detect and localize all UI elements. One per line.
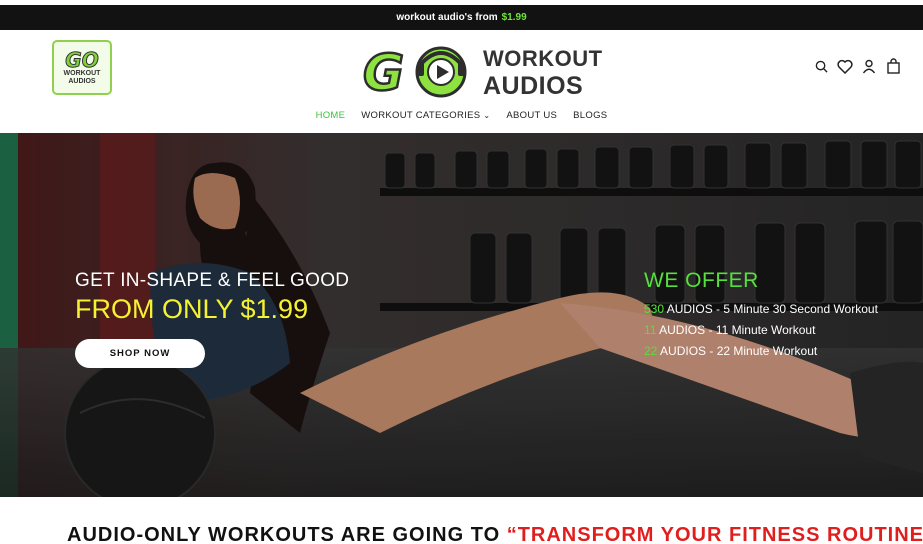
main-logo-line2: AUDIOS <box>483 72 584 100</box>
header-icons <box>813 58 901 74</box>
offer-count: 530 <box>644 302 665 316</box>
nav-home-label: HOME <box>315 110 346 121</box>
offer-text: AUDIOS - 11 Minute Workout <box>659 323 816 337</box>
hero-subheadline: FROM ONLY $1.99 <box>75 294 309 324</box>
offer-panel: WE OFFER 530 AUDIOS - 5 Minute 30 Second… <box>644 269 878 362</box>
nav-blogs-label: BLOGS <box>573 110 608 121</box>
announcement-price: $1.99 <box>501 12 527 23</box>
section-heading: AUDIO-ONLY WORKOUTS ARE GOING TO “TRANSF… <box>67 524 923 544</box>
section-heading-red: “TRANSFORM YOUR FITNESS ROUTINE <box>506 524 923 544</box>
cart-icon[interactable] <box>885 58 901 74</box>
offer-item: 22 AUDIOS - 22 Minute Workout <box>644 341 878 362</box>
main-nav: HOME WORKOUT CATEGORIES ⌄ ABOUT US BLOGS <box>0 110 923 121</box>
offer-item: 11 AUDIOS - 11 Minute Workout <box>644 320 878 341</box>
nav-about-us-label: ABOUT US <box>506 110 558 121</box>
offer-title: WE OFFER <box>644 269 759 292</box>
search-icon[interactable] <box>813 58 829 74</box>
offer-count: 11 <box>644 323 657 337</box>
small-logo-line1: WORKOUT <box>63 69 101 77</box>
offer-item: 530 AUDIOS - 5 Minute 30 Second Workout <box>644 299 878 320</box>
main-logo[interactable]: G WORKOUT AUDIOS <box>361 42 602 104</box>
announcement-bar: workout audio's from $1.99 <box>0 5 923 30</box>
nav-home[interactable]: HOME <box>316 110 346 121</box>
nav-blogs[interactable]: BLOGS <box>573 110 607 121</box>
main-logo-line1: WORKOUT <box>483 46 603 71</box>
offer-text: AUDIOS - 5 Minute 30 Second Workout <box>666 302 878 316</box>
chevron-down-icon: ⌄ <box>483 111 491 120</box>
svg-text:G: G <box>363 44 404 102</box>
small-logo-mark: GO <box>65 47 99 72</box>
site-header: GO WORKOUT AUDIOS G WORKOUT AUDIOS HOME … <box>0 30 923 133</box>
hero-headline: GET IN-SHAPE & FEEL GOOD <box>75 270 350 291</box>
user-icon[interactable] <box>861 58 877 74</box>
go-logo-graphic: G <box>362 43 467 103</box>
shop-now-button[interactable]: SHOP NOW <box>75 339 205 368</box>
small-logo-line2: AUDIOS <box>68 77 96 85</box>
offer-text: AUDIOS - 22 Minute Workout <box>660 344 818 358</box>
announcement-text: workout audio's from <box>396 12 498 23</box>
heart-icon[interactable] <box>837 58 853 74</box>
hero-banner: GET IN-SHAPE & FEEL GOOD FROM ONLY $1.99… <box>0 133 923 497</box>
section-heading-black: AUDIO-ONLY WORKOUTS ARE GOING TO <box>67 524 501 544</box>
nav-workout-categories[interactable]: WORKOUT CATEGORIES ⌄ <box>361 110 490 121</box>
nav-workout-categories-label: WORKOUT CATEGORIES <box>361 110 481 121</box>
offer-count: 22 <box>644 344 658 358</box>
nav-about-us[interactable]: ABOUT US <box>506 110 557 121</box>
hero-promo: GET IN-SHAPE & FEEL GOOD FROM ONLY $1.99… <box>75 270 349 368</box>
small-logo[interactable]: GO WORKOUT AUDIOS <box>52 40 112 95</box>
